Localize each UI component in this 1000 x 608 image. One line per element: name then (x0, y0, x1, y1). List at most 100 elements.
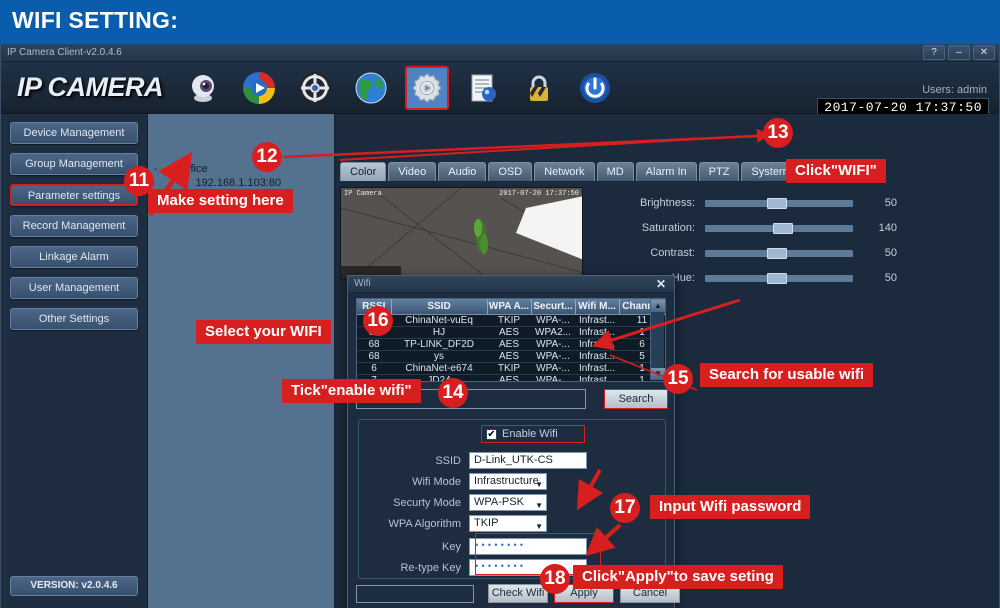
check-wifi-button[interactable]: Check Wifi (488, 584, 548, 603)
camera-icon (184, 69, 222, 107)
sidebar-item-group-management[interactable]: Group Management (10, 153, 138, 175)
toolbar-log-button[interactable] (461, 66, 505, 110)
field-ssid: SSID D-Link_UTK-CS (359, 452, 587, 469)
sidebar-item-device-management[interactable]: Device Management (10, 122, 138, 144)
wifi-dialog-titlebar: Wifi ✕ (348, 276, 674, 293)
table-header-row: RSSI SSID WPA A... Securt... Wifi M... C… (357, 299, 665, 315)
enable-wifi-checkbox[interactable]: ✔ (486, 428, 497, 440)
badge-18: 18 (540, 564, 570, 594)
table-row[interactable]: 68 ChinaNet-vuEq TKIP WPA-... Infrast...… (357, 314, 665, 327)
security-mode-select[interactable]: WPA-PSK ▼ (469, 494, 547, 511)
col-security[interactable]: Securt... (531, 299, 576, 315)
hue-value: 50 (884, 272, 897, 284)
minimize-button[interactable]: – (948, 45, 970, 60)
sidebar-item-user-management[interactable]: User Management (10, 277, 138, 299)
toolbar-network-button[interactable] (349, 66, 393, 110)
brightness-value: 50 (884, 197, 897, 209)
brand-toolbar: IP CAMERA Users: admin 2017-07-20 17:37:… (1, 62, 999, 117)
version-label: VERSION: v2.0.4.6 (10, 576, 138, 596)
close-button[interactable]: ✕ (973, 45, 995, 60)
wifi-dialog: Wifi ✕ RSSI SSID WPA A... Securt... Wifi… (347, 275, 680, 608)
tree-toggle-icon[interactable]: - (168, 178, 171, 189)
color-row-contrast: Contrast: 50 (613, 242, 983, 264)
col-wpa[interactable]: WPA A... (487, 299, 532, 315)
cell-ssid: TP-LINK_DF2D (391, 338, 487, 351)
chevron-down-icon: ▼ (535, 501, 543, 510)
color-row-saturation: Saturation: 140 (613, 217, 983, 239)
globe-icon (352, 69, 390, 107)
cell-ssid: ys (391, 350, 487, 363)
table-row[interactable]: 6 ChinaNet-e674 TKIP WPA-... Infrast... … (357, 362, 665, 375)
ssid-label: SSID (435, 454, 461, 467)
tab-ptz[interactable]: PTZ (698, 162, 740, 181)
badge-16: 16 (363, 306, 393, 336)
tree-node-device[interactable]: - 192.168.1.103:80 (168, 176, 281, 189)
toolbar-settings-button[interactable] (405, 66, 449, 110)
wpa-algorithm-select[interactable]: TKIP ▼ (469, 515, 547, 532)
cell-wpa: AES (487, 326, 531, 339)
table-row[interactable]: 68 TP-LINK_DF2D AES WPA-... Infrast... 6 (357, 338, 665, 351)
tab-color[interactable]: Color (340, 162, 387, 181)
badge-12: 12 (252, 142, 282, 172)
preview-timestamp: 2017-07-20 17:37:50 (499, 190, 579, 198)
tab-audio[interactable]: Audio (438, 162, 487, 181)
tab-alarm-in[interactable]: Alarm In (635, 162, 697, 181)
toolbar-lock-button[interactable] (517, 66, 561, 110)
wifi-mode-label: Wifi Mode (412, 475, 461, 488)
saturation-slider[interactable] (705, 222, 853, 234)
cell-security: WPA-... (531, 338, 575, 351)
hue-slider[interactable] (705, 272, 853, 284)
badge-15: 15 (663, 364, 693, 394)
toolbar-camera-button[interactable] (181, 66, 225, 110)
scroll-up-icon[interactable]: ▲ (651, 300, 665, 312)
tab-osd[interactable]: OSD (488, 162, 533, 181)
callout-click-wifi: Click"WIFI" (786, 159, 886, 183)
tab-md[interactable]: MD (596, 162, 634, 181)
toolbar-power-button[interactable] (573, 66, 617, 110)
badge-17: 17 (610, 493, 640, 523)
table-row[interactable]: 68 ys AES WPA-... Infrast... 5 (357, 350, 665, 363)
contrast-value: 50 (884, 247, 897, 259)
ssid-input[interactable]: D-Link_UTK-CS (469, 452, 587, 469)
col-ssid[interactable]: SSID (391, 299, 488, 315)
sidebar-item-record-management[interactable]: Record Management (10, 215, 138, 237)
callout-input-password: Input Wifi password (650, 495, 811, 519)
tab-network[interactable]: Network (534, 162, 595, 181)
settings-gear-icon (408, 69, 446, 107)
cell-mode: Infrast... (575, 374, 619, 381)
enable-wifi-label: Enable Wifi (502, 428, 558, 440)
window-title-text: IP Camera Client-v2.0.4.6 (7, 47, 122, 58)
saturation-value: 140 (878, 222, 897, 234)
table-scrollbar[interactable]: ▲ ▼ (650, 300, 665, 380)
sidebar-item-linkage-alarm[interactable]: Linkage Alarm (10, 246, 138, 268)
brightness-slider[interactable] (705, 197, 853, 209)
col-wifimode[interactable]: Wifi M... (575, 299, 620, 315)
toolbar-play-button[interactable] (237, 66, 281, 110)
main-toolbar (181, 66, 617, 110)
tab-video[interactable]: Video (388, 162, 437, 181)
contrast-slider[interactable] (705, 247, 853, 259)
key-label: Key (442, 540, 461, 553)
window-titlebar: IP Camera Client-v2.0.4.6 ? – ✕ (1, 44, 999, 62)
wifi-network-table[interactable]: RSSI SSID WPA A... Securt... Wifi M... C… (356, 298, 666, 382)
field-security-mode: Securty Mode WPA-PSK ▼ (359, 494, 547, 511)
device-icon (176, 176, 189, 187)
table-row[interactable]: 68 HJ AES WPA2... Infrast... 1 (357, 326, 665, 339)
tree-toggle-icon[interactable]: - (154, 164, 157, 175)
camera-preview[interactable]: IP Camera 2017-07-20 17:37:50 (340, 187, 583, 280)
search-button[interactable]: Search (604, 389, 668, 409)
tree-node-office[interactable]: - office (154, 162, 208, 175)
cell-security: WPA-... (531, 362, 575, 375)
callout-click-apply: Click"Apply"to save seting (573, 565, 783, 589)
sidebar-item-other-settings[interactable]: Other Settings (10, 308, 138, 330)
play-icon (240, 69, 278, 107)
cell-wpa: AES (487, 338, 531, 351)
close-icon[interactable]: ✕ (656, 277, 666, 291)
lock-icon (520, 69, 558, 107)
help-button[interactable]: ? (923, 45, 945, 60)
wifi-mode-select[interactable]: Infrastructure ▼ (469, 473, 547, 490)
log-list-icon (464, 69, 502, 107)
sidebar-item-parameter-settings[interactable]: Parameter settings (10, 184, 138, 206)
toolbar-ptz-button[interactable] (293, 66, 337, 110)
enable-wifi-row[interactable]: ✔ Enable Wifi (481, 425, 585, 443)
